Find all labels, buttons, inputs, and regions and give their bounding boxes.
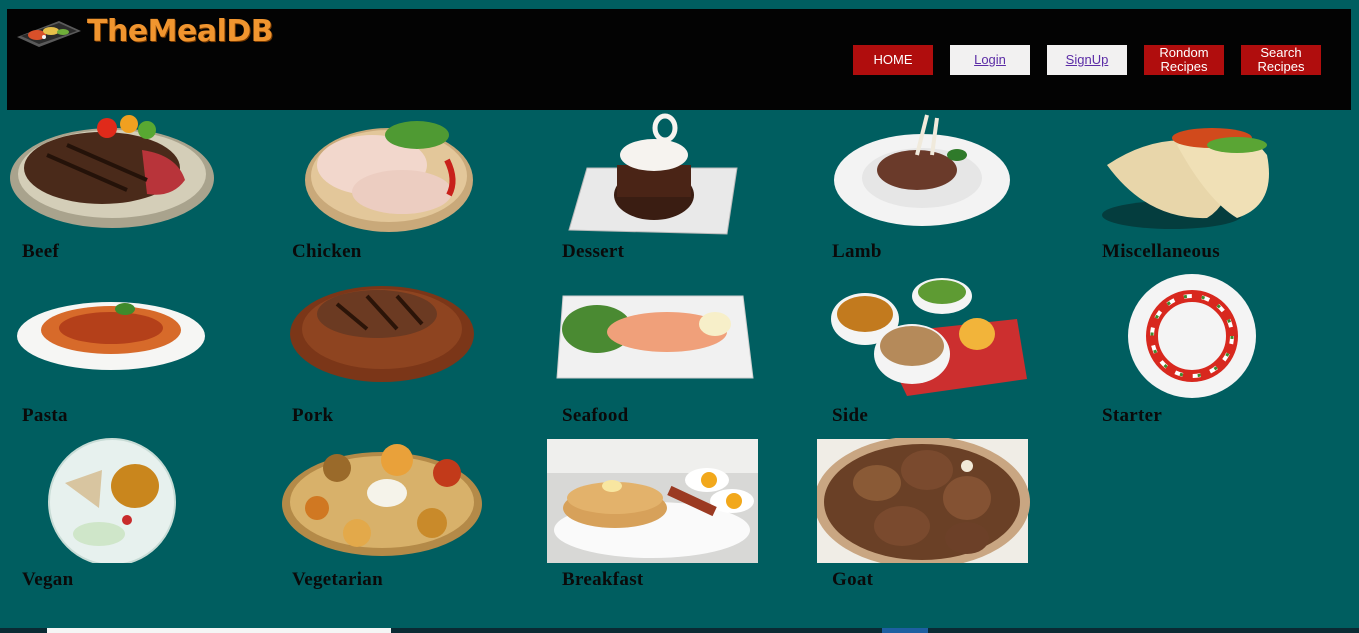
category-name: Chicken: [292, 241, 362, 262]
dessert-cake-image: [568, 113, 738, 235]
category-card-seafood[interactable]: Seafood: [547, 274, 807, 434]
caprese-salad-image: [1128, 274, 1256, 398]
category-name: Pasta: [22, 405, 68, 426]
pasta-image: [17, 302, 205, 370]
main-nav: HOME Login SignUp Rondom Recipes Search …: [853, 45, 1338, 75]
category-card-beef[interactable]: Beef: [7, 110, 267, 270]
category-card-dessert[interactable]: Dessert: [547, 110, 807, 270]
logo-food-tray-icon: [17, 21, 81, 47]
pancakes-image: [547, 439, 758, 563]
pork-chop-image: [290, 286, 474, 382]
category-card-starter[interactable]: Starter: [1087, 274, 1347, 434]
signup-link[interactable]: SignUp: [1047, 45, 1127, 75]
site-logo[interactable]: TheMealDB: [15, 14, 274, 49]
lamb-chops-image: [834, 114, 1010, 226]
site-header: TheMealDB HOME Login SignUp Rondom Recip…: [7, 9, 1351, 110]
category-card-side[interactable]: Side: [817, 274, 1077, 434]
logo-text: TheMealDB: [87, 14, 274, 49]
category-name: Vegan: [22, 569, 74, 590]
search-recipes-button[interactable]: Search Recipes: [1241, 45, 1321, 75]
side-dishes-image: [831, 278, 1027, 396]
category-name: Starter: [1102, 405, 1163, 426]
category-card-goat[interactable]: Goat: [817, 438, 1077, 598]
category-name: Beef: [22, 241, 60, 262]
tacos-image: [1102, 128, 1269, 229]
horizontal-scrollbar-thumb[interactable]: [47, 628, 391, 633]
category-card-lamb[interactable]: Lamb: [817, 110, 1077, 270]
vegan-bowl-image: [48, 438, 176, 563]
category-name: Side: [832, 405, 869, 426]
thali-image: [282, 444, 482, 556]
category-card-vegetarian[interactable]: Vegetarian: [277, 438, 537, 598]
category-name: Dessert: [562, 241, 625, 262]
goat-curry-image: [817, 438, 1030, 563]
category-card-miscellaneous[interactable]: Miscellaneous: [1087, 110, 1347, 270]
category-name: Lamb: [832, 241, 882, 262]
category-name: Goat: [832, 569, 874, 590]
category-card-chicken[interactable]: Chicken: [277, 110, 537, 270]
category-card-vegan[interactable]: Vegan: [7, 438, 267, 598]
category-name: Pork: [292, 405, 334, 426]
random-recipes-button[interactable]: Rondom Recipes: [1144, 45, 1224, 75]
category-name: Vegetarian: [292, 569, 383, 590]
category-card-pork[interactable]: Pork: [277, 274, 537, 434]
category-name: Breakfast: [562, 569, 644, 590]
bottom-blue-segment: [882, 628, 928, 633]
category-card-breakfast[interactable]: Breakfast: [547, 438, 807, 598]
login-link[interactable]: Login: [950, 45, 1030, 75]
category-name: Miscellaneous: [1102, 241, 1220, 262]
beef-steak-image: [10, 115, 214, 228]
category-name: Seafood: [562, 405, 629, 426]
salmon-plate-image: [556, 295, 754, 379]
chicken-image: [305, 121, 473, 232]
category-card-pasta[interactable]: Pasta: [7, 274, 267, 434]
home-button[interactable]: HOME: [853, 45, 933, 75]
